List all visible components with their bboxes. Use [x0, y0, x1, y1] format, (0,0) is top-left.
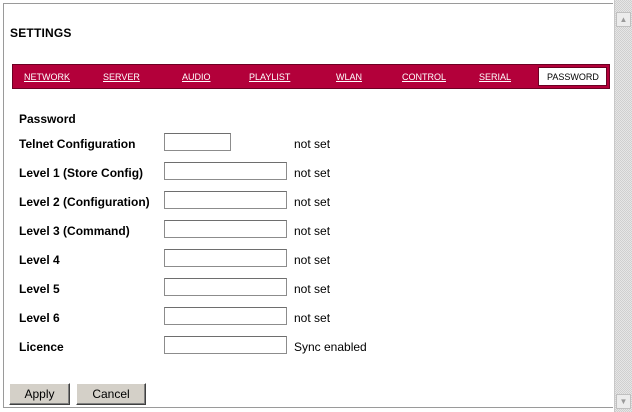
tab-password[interactable]: PASSWORD: [538, 67, 607, 86]
level4-input[interactable]: [164, 249, 287, 267]
tab-playlist[interactable]: PLAYLIST: [249, 72, 290, 82]
password-heading: Password: [19, 112, 76, 126]
level6-status: not set: [294, 311, 331, 325]
level3-label: Level 3 (Command): [19, 224, 130, 238]
level5-input[interactable]: [164, 278, 287, 296]
level1-status: not set: [294, 166, 331, 180]
level2-input[interactable]: [164, 191, 287, 209]
page-title: SETTINGS: [10, 26, 72, 40]
tab-serial[interactable]: SERIAL: [479, 72, 511, 82]
arrow-down-icon[interactable]: ▼: [616, 394, 631, 409]
level3-status: not set: [294, 224, 331, 238]
telnet-config-label: Telnet Configuration: [19, 137, 136, 151]
arrow-up-icon[interactable]: ▲: [616, 12, 631, 27]
level2-label: Level 2 (Configuration): [19, 195, 150, 209]
tab-bar: NETWORK SERVER AUDIO PLAYLIST WLAN CONTR…: [12, 64, 610, 89]
level6-label: Level 6: [19, 311, 60, 325]
level3-input[interactable]: [164, 220, 287, 238]
tab-network[interactable]: NETWORK: [24, 72, 70, 82]
level5-label: Level 5: [19, 282, 60, 296]
cancel-button[interactable]: Cancel: [76, 383, 146, 405]
level5-status: not set: [294, 282, 331, 296]
settings-panel: SETTINGS NETWORK SERVER AUDIO PLAYLIST W…: [3, 3, 613, 408]
telnet-config-input[interactable]: [164, 133, 231, 151]
licence-status: Sync enabled: [294, 340, 367, 354]
tab-audio[interactable]: AUDIO: [182, 72, 211, 82]
telnet-config-status: not set: [294, 137, 331, 151]
level1-input[interactable]: [164, 162, 287, 180]
level6-input[interactable]: [164, 307, 287, 325]
level4-status: not set: [294, 253, 331, 267]
apply-button[interactable]: Apply: [9, 383, 70, 405]
level4-label: Level 4: [19, 253, 60, 267]
tab-control[interactable]: CONTROL: [402, 72, 446, 82]
level2-status: not set: [294, 195, 331, 209]
vertical-scrollbar[interactable]: ▲ ▼: [614, 0, 632, 412]
licence-label: Licence: [19, 340, 64, 354]
tab-server[interactable]: SERVER: [103, 72, 140, 82]
tab-wlan[interactable]: WLAN: [336, 72, 362, 82]
licence-input[interactable]: [164, 336, 287, 354]
level1-label: Level 1 (Store Config): [19, 166, 144, 180]
